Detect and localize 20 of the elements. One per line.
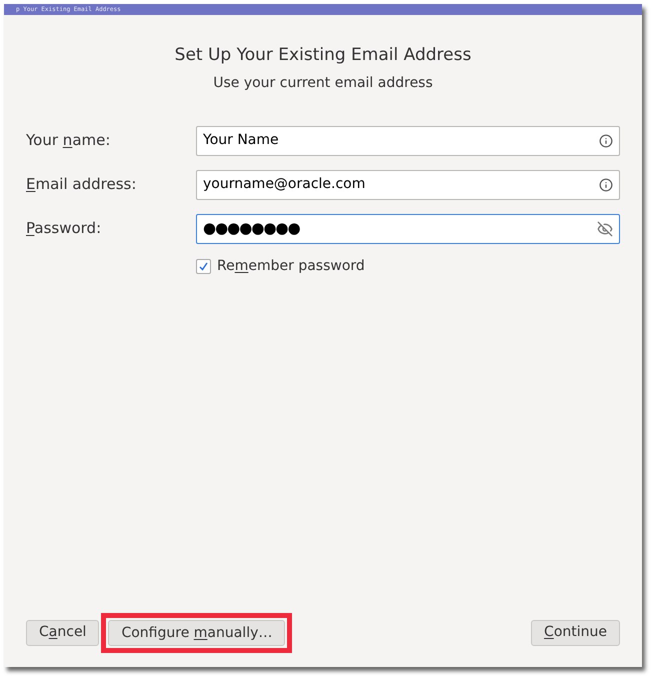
- dialog-button[interactable]: Configure manually…: [108, 620, 286, 646]
- input-field[interactable]: Your Name: [196, 126, 620, 156]
- field-value: yourname@oracle.com: [203, 175, 366, 194]
- field-value: Your Name: [203, 131, 280, 150]
- dialog-heading: Set Up Your Existing Email Address: [174, 44, 472, 67]
- dialog-button[interactable]: Continue: [531, 620, 620, 646]
- eye-slash-icon[interactable]: [597, 220, 613, 236]
- remember-checkbox[interactable]: [196, 258, 211, 274]
- check-icon: [198, 260, 209, 272]
- field-value: ●●●●●●●●: [203, 218, 301, 240]
- dialog-subheading: Use your current email address: [213, 74, 433, 92]
- dialog-button[interactable]: Cancel: [26, 620, 100, 646]
- field-label: Password:: [26, 218, 102, 240]
- input-field[interactable]: ●●●●●●●●: [196, 214, 620, 244]
- field-label: Email address:: [26, 174, 138, 196]
- checkbox-label: Remember password: [217, 256, 365, 276]
- field-label: Your name:: [26, 130, 112, 152]
- input-field[interactable]: yourname@oracle.com: [196, 170, 620, 200]
- info-icon[interactable]: [599, 178, 613, 192]
- info-icon[interactable]: [599, 134, 613, 148]
